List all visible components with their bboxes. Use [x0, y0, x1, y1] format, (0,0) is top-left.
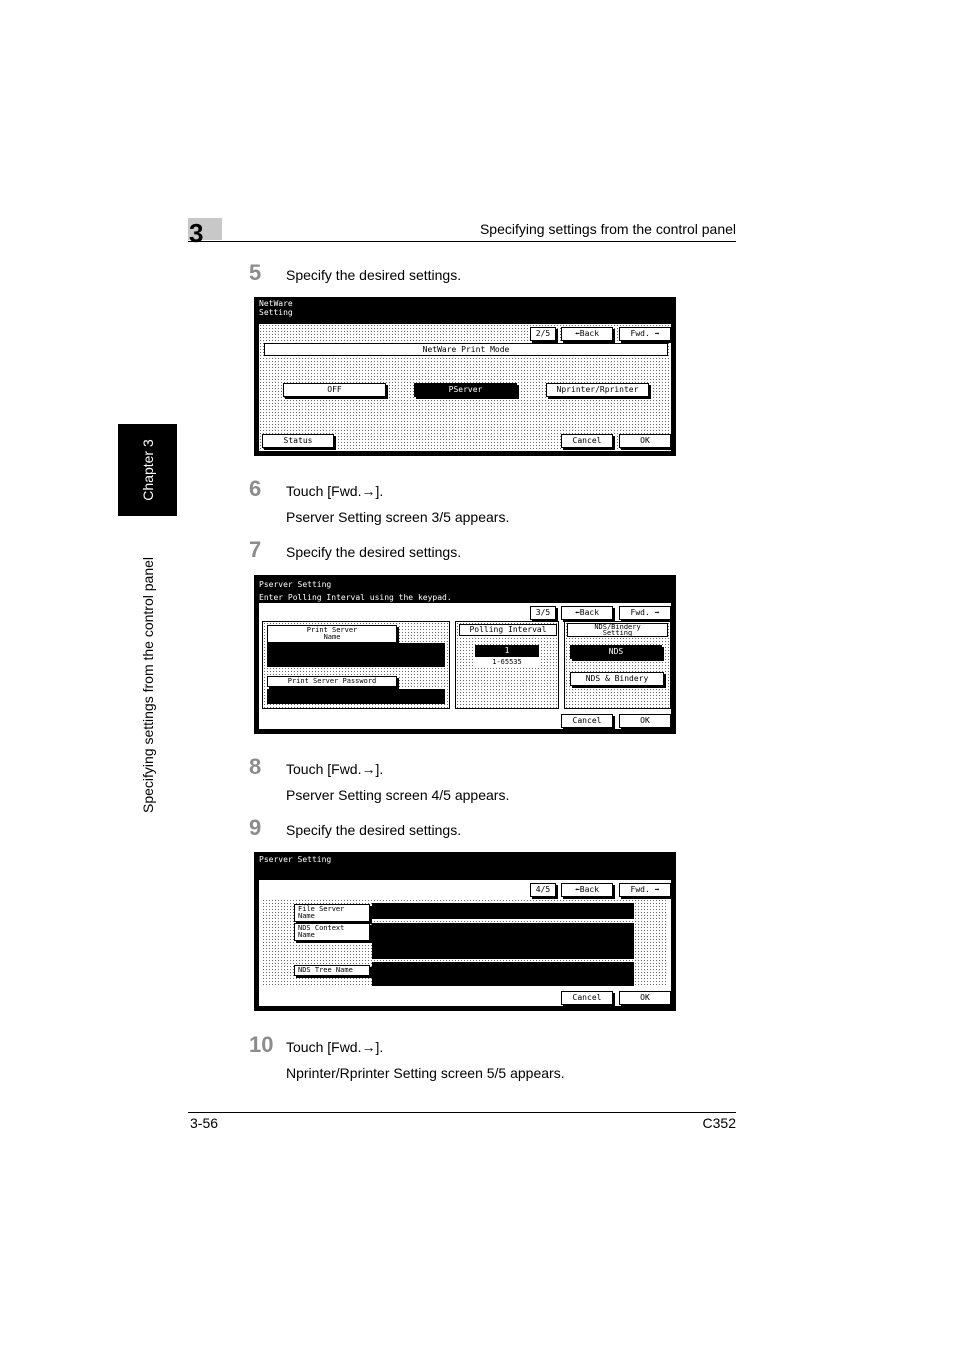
nds-and-bindery-button[interactable]: NDS & Bindery [570, 672, 664, 686]
screen-instruction: Enter Polling Interval using the keypad. [259, 593, 452, 602]
side-tab-chapter-label: Chapter 3 [139, 439, 156, 501]
print-server-name-field[interactable] [267, 643, 445, 667]
screen-title: NetWare Setting [259, 299, 293, 317]
step-subtext: Pserver Setting screen 3/5 appears. [286, 509, 510, 525]
screen-title: Pserver Setting Enter Polling Interval us… [259, 578, 452, 604]
pserver-setting-screen-3: Pserver Setting Enter Polling Interval us… [254, 575, 676, 734]
option-pserver-button[interactable]: PServer [414, 383, 517, 397]
step-text: Specify the desired settings. [286, 544, 462, 560]
polling-interval-label: Polling Interval [459, 624, 557, 636]
section-label: NetWare Print Mode [264, 343, 668, 356]
print-server-password-button[interactable]: Print Server Password [267, 676, 397, 687]
print-server-password-field[interactable] [267, 689, 445, 704]
cancel-button[interactable]: Cancel [561, 714, 613, 728]
option-off-button[interactable]: OFF [283, 383, 386, 397]
step-text: Touch [Fwd.→]. [286, 1039, 384, 1055]
back-button[interactable]: ⬅Back [561, 606, 613, 620]
status-button[interactable]: Status [262, 434, 334, 448]
header-title: Specifying settings from the control pan… [479, 221, 736, 237]
cancel-button[interactable]: Cancel [561, 434, 613, 448]
nds-tree-name-button[interactable]: NDS Tree Name [294, 965, 370, 976]
ok-button[interactable]: OK [619, 991, 671, 1005]
step-text: Touch [Fwd.→]. [286, 483, 384, 499]
netware-setting-screen: NetWare Setting 2/5 ⬅Back Fwd. ➡ NetWare… [254, 297, 676, 456]
file-server-name-button[interactable]: File Server Name [294, 904, 370, 922]
fwd-button[interactable]: Fwd. ➡ [619, 606, 671, 620]
side-tab-section-label: Specifying settings from the control pan… [139, 556, 156, 814]
step-text: Specify the desired settings. [286, 267, 462, 283]
pserver-setting-screen-4: Pserver Setting 4/5 ⬅Back Fwd. ➡ File Se… [254, 852, 676, 1011]
step-number: 10 [249, 1032, 274, 1057]
nds-button[interactable]: NDS [570, 645, 662, 659]
footer-rule [188, 1112, 736, 1113]
step-number: 8 [249, 754, 262, 779]
print-server-name-button[interactable]: Print Server Name [267, 625, 397, 643]
page-indicator: 4/5 [530, 883, 556, 897]
screen-title-text: Pserver Setting [259, 580, 332, 589]
side-tab-chapter: Chapter 3 [118, 424, 177, 516]
back-button[interactable]: ⬅Back [561, 327, 613, 341]
nds-context-name-button[interactable]: NDS Context Name [294, 923, 370, 941]
screen-title: Pserver Setting [259, 855, 332, 864]
step-number: 7 [249, 537, 262, 562]
step-text: Specify the desired settings. [286, 822, 462, 838]
step-subtext: Nprinter/Rprinter Setting screen 5/5 app… [286, 1065, 565, 1081]
chapter-number: 3 [189, 218, 204, 248]
nds-tree-name-field[interactable] [372, 962, 634, 986]
header-rule [188, 241, 736, 242]
page-number: 3-56 [190, 1115, 219, 1131]
screen-panel: 3/5 ⬅Back Fwd. ➡ Print Server Name Print… [258, 602, 672, 730]
page-indicator: 3/5 [530, 606, 556, 620]
polling-interval-range: 1-65535 [475, 658, 539, 667]
fwd-button[interactable]: Fwd. ➡ [619, 883, 671, 897]
step-number: 6 [249, 476, 262, 501]
step-subtext: Pserver Setting screen 4/5 appears. [286, 787, 510, 803]
polling-interval-value[interactable]: 1 [475, 645, 539, 657]
back-button[interactable]: ⬅Back [561, 883, 613, 897]
option-nprinter-rprinter-button[interactable]: Nprinter/Rprinter [546, 383, 649, 397]
fwd-button[interactable]: Fwd. ➡ [619, 327, 671, 341]
step-number: 5 [249, 260, 262, 285]
ok-button[interactable]: OK [619, 434, 671, 448]
cancel-button[interactable]: Cancel [561, 991, 613, 1005]
page-indicator: 2/5 [530, 327, 556, 341]
side-tab-section: Specifying settings from the control pan… [118, 530, 177, 840]
screen-panel: 2/5 ⬅Back Fwd. ➡ NetWare Print Mode OFF … [258, 323, 672, 452]
nds-bindery-label: NDS/Bindery Setting [567, 623, 668, 637]
ok-button[interactable]: OK [619, 714, 671, 728]
nds-context-name-field[interactable] [372, 923, 634, 959]
model-name: C352 [702, 1115, 736, 1131]
screen-panel: 4/5 ⬅Back Fwd. ➡ File Server Name NDS Co… [258, 879, 672, 1007]
step-number: 9 [249, 815, 262, 840]
step-text: Touch [Fwd.→]. [286, 761, 384, 777]
file-server-name-field[interactable] [372, 903, 634, 919]
